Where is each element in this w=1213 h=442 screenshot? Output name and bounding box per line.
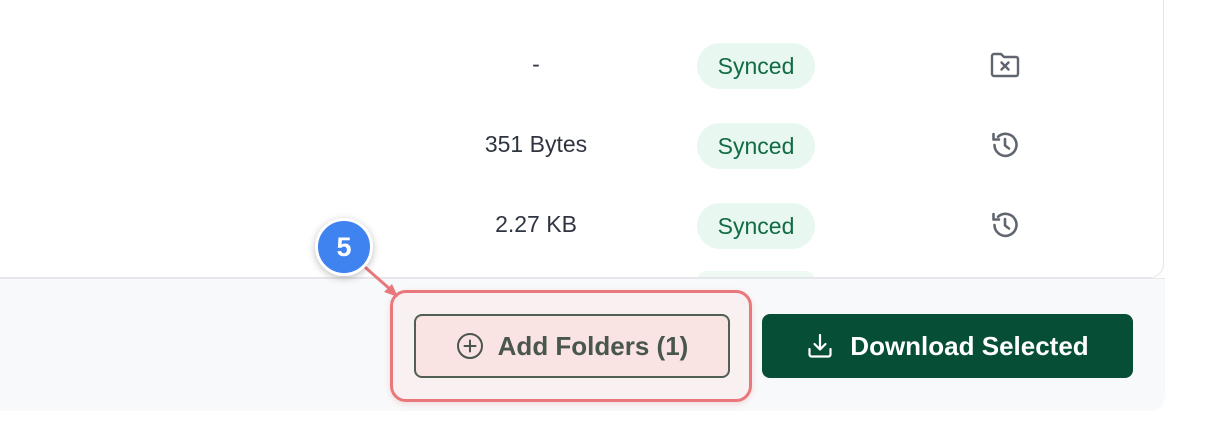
download-selected-button[interactable]: Download Selected [762, 314, 1133, 378]
table-row[interactable]: 2.27 KB Synced [0, 189, 1163, 269]
add-folders-label: Add Folders (1) [497, 330, 689, 361]
status-badge: Synced [697, 43, 815, 89]
table-row[interactable]: 351 Bytes Synced [0, 109, 1163, 189]
status-badge-partial [697, 271, 815, 277]
table-row[interactable]: - Synced [0, 29, 1163, 109]
status-badge: Synced [697, 203, 815, 249]
download-selected-label: Download Selected [850, 330, 1089, 361]
plus-circle-icon [456, 332, 484, 360]
add-folders-button[interactable]: Add Folders (1) [414, 314, 730, 378]
file-size: 2.27 KB [495, 211, 577, 237]
history-icon[interactable] [987, 127, 1023, 163]
step-marker: 5 [315, 218, 373, 276]
file-size: 351 Bytes [484, 131, 588, 157]
folder-x-icon[interactable] [987, 47, 1023, 83]
status-badge: Synced [697, 123, 815, 169]
files-table-card: - Synced 351 Bytes Synced 2.27 KB Synced [0, 0, 1164, 278]
history-icon[interactable] [987, 207, 1023, 243]
file-size: - [532, 51, 540, 77]
download-icon [806, 332, 834, 360]
